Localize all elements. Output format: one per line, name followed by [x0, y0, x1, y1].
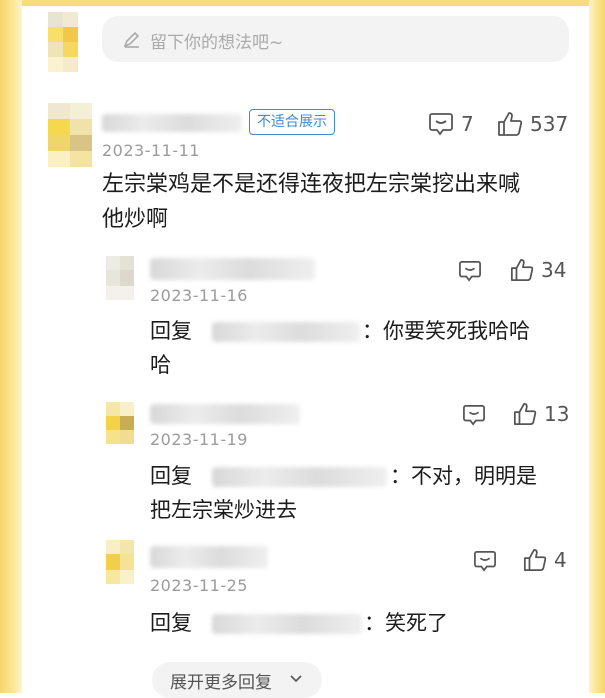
frame-right — [589, 0, 605, 693]
pencil-icon — [123, 31, 140, 48]
reply-name-blurred[interactable] — [150, 404, 300, 424]
reply-target-blurred[interactable] — [212, 467, 387, 487]
like-button[interactable]: 13 — [513, 402, 569, 426]
like-button[interactable]: 34 — [510, 258, 566, 282]
comment-bubble-icon — [429, 113, 453, 136]
comment-text-line1: 左宗棠鸡是不是还得连夜把左宗棠挖出来喊 — [102, 172, 521, 197]
comment-date: 2023-11-11 — [102, 141, 200, 160]
like-count: 13 — [544, 402, 570, 426]
like-count: 4 — [554, 548, 567, 572]
reply-target-blurred[interactable] — [212, 322, 360, 342]
reply-button[interactable] — [462, 404, 486, 426]
comment-bubble-icon — [474, 550, 496, 572]
reply-prefix: 回复 — [150, 319, 192, 343]
like-count: 34 — [541, 258, 567, 282]
reply-date: 2023-11-16 — [150, 286, 248, 305]
comment-input[interactable]: 留下你的想法吧~ — [102, 16, 569, 62]
reply-text-line2: 把左宗棠炒进去 — [150, 498, 297, 522]
thumbs-up-icon — [510, 258, 534, 282]
thumbs-up-icon — [498, 112, 523, 136]
thumbs-up-icon — [523, 548, 547, 572]
reply-text-line2: 哈 — [150, 353, 171, 377]
like-button[interactable]: 537 — [497, 111, 568, 137]
reply-avatar[interactable] — [106, 540, 134, 584]
comment-input-placeholder: 留下你的想法吧~ — [150, 33, 284, 53]
status-badge: 不适合展示 — [249, 109, 335, 135]
commenter-name-blurred[interactable] — [102, 114, 242, 132]
thumbs-up-icon — [513, 402, 537, 426]
chevron-down-icon — [290, 675, 302, 683]
comment-text-line2: 他炒啊 — [102, 207, 169, 232]
like-count: 537 — [530, 112, 569, 136]
expand-more-label: 展开更多回复 — [170, 673, 272, 693]
like-button[interactable]: 4 — [523, 548, 567, 572]
reply-target-blurred[interactable] — [212, 614, 362, 634]
frame-top — [0, 0, 605, 6]
reply-name-blurred[interactable] — [150, 258, 315, 280]
reply-date: 2023-11-25 — [150, 576, 248, 595]
reply-button[interactable]: 7 — [428, 112, 474, 136]
reply-avatar[interactable] — [106, 256, 134, 300]
reply-button[interactable] — [473, 550, 497, 572]
frame-left — [0, 0, 22, 693]
reply-prefix: 回复 — [150, 464, 192, 488]
comment-bubble-icon — [463, 404, 485, 426]
reply-count: 7 — [461, 112, 474, 136]
reply-text: ：你要笑死我哈哈 — [362, 319, 530, 343]
comment-bubble-icon — [459, 260, 481, 282]
my-avatar — [48, 12, 78, 72]
reply-text: ：不对，明明是 — [390, 464, 537, 488]
reply-name-blurred[interactable] — [150, 546, 268, 568]
reply-text: ：笑死了 — [364, 611, 448, 635]
reply-date: 2023-11-19 — [150, 430, 248, 449]
reply-avatar[interactable] — [106, 402, 134, 444]
reply-button[interactable] — [458, 260, 482, 282]
commenter-avatar[interactable] — [48, 103, 92, 167]
reply-prefix: 回复 — [150, 611, 192, 635]
